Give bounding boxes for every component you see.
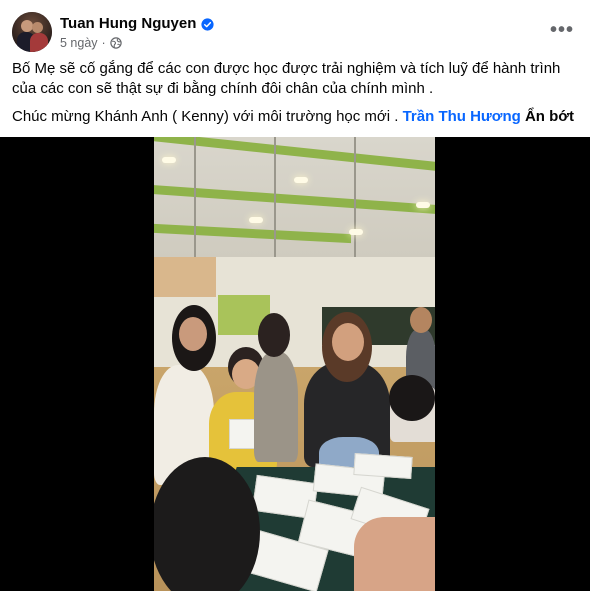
ellipsis-icon: •••	[549, 18, 574, 41]
author-name[interactable]: Tuan Hung Nguyen	[60, 14, 196, 34]
person-left-face	[179, 317, 207, 351]
ceiling-light	[349, 229, 363, 235]
ceiling-beam	[194, 137, 196, 257]
ceiling-light	[249, 217, 263, 223]
author-name-row: Tuan Hung Nguyen	[60, 14, 214, 34]
post-subline: 5 ngày ·	[60, 36, 214, 50]
foreground-arm	[354, 517, 435, 591]
post-timestamp[interactable]: 5 ngày	[60, 36, 98, 50]
video-frame[interactable]	[154, 137, 435, 591]
wall-panel	[154, 257, 216, 297]
ceiling-light	[294, 177, 308, 183]
verified-badge-icon	[201, 17, 214, 31]
man-right-face	[410, 307, 432, 333]
post-header: Tuan Hung Nguyen 5 ngày ·	[12, 10, 578, 54]
ceiling-light	[416, 202, 430, 208]
separator-dot: ·	[101, 36, 106, 50]
form-paper	[353, 453, 413, 479]
ceiling-beam	[274, 137, 276, 257]
video-player[interactable]	[0, 137, 590, 591]
video-scene	[154, 137, 435, 591]
post-meta: Tuan Hung Nguyen 5 ngày ·	[60, 14, 214, 50]
avatar-face-right	[32, 22, 43, 33]
person-back	[254, 352, 298, 462]
person-back-hair	[258, 313, 290, 357]
caption-paragraph-2: Chúc mừng Khánh Anh ( Kenny) với môi trư…	[12, 107, 578, 127]
ceiling-light	[162, 157, 176, 163]
post-caption: Bố Mẹ sẽ cố gắng để các con được học đượ…	[12, 59, 578, 135]
mention-link[interactable]: Trần Thu Hương	[403, 108, 521, 125]
ceiling-beam	[354, 137, 356, 257]
caption-text: Chúc mừng Khánh Anh ( Kenny) với môi trư…	[12, 108, 403, 125]
caption-paragraph-1: Bố Mẹ sẽ cố gắng để các con được học đượ…	[12, 60, 561, 97]
globe-icon[interactable]	[110, 37, 122, 49]
avatar-figure-right	[30, 33, 48, 52]
woman-signing-hair	[389, 375, 435, 421]
more-options-button[interactable]: •••	[546, 16, 578, 44]
girl-face	[332, 323, 364, 361]
see-less-link[interactable]: Ẩn bớt	[525, 108, 574, 125]
author-avatar[interactable]	[12, 12, 52, 52]
